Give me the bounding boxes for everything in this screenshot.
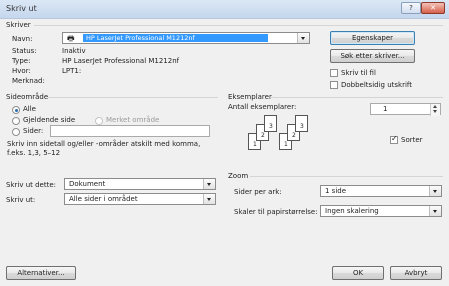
chevron-down-icon[interactable] <box>429 186 441 196</box>
printer-icon: 🖶 <box>67 34 75 43</box>
duplex-checkbox[interactable] <box>330 81 338 89</box>
range-current-radio[interactable] <box>12 117 20 125</box>
window-title: Skriv ut <box>6 4 37 13</box>
close-button[interactable]: ✕ <box>421 2 445 14</box>
range-hint: Skriv inn sidetall og/eller -områder ats… <box>7 140 201 157</box>
per-sheet-select[interactable]: 1 side <box>320 185 442 197</box>
copies-section-title: Eksemplarer <box>228 93 272 101</box>
chevron-down-icon[interactable] <box>297 33 309 43</box>
find-printer-button[interactable]: Søk etter skriver... <box>330 49 415 63</box>
range-all-radio[interactable] <box>12 106 20 114</box>
print-dialog: Skriv ut ? ✕ Skriver Navn: 🖶 HP LaserJet… <box>0 0 449 286</box>
range-pages-label: Sider: <box>23 127 44 135</box>
printer-name-value: HP LaserJet Professional M1212nf <box>86 34 195 42</box>
cancel-button[interactable]: Avbryt <box>390 266 442 280</box>
print-label: Skriv ut: <box>6 196 36 204</box>
status-value: Inaktiv <box>62 47 86 55</box>
help-button[interactable]: ? <box>401 2 421 14</box>
per-sheet-label: Sider per ark: <box>234 188 282 196</box>
scale-value: Ingen skalering <box>325 207 379 215</box>
range-selection-radio <box>95 117 103 125</box>
printer-name-highlight: HP LaserJet Professional M1212nf <box>83 34 268 42</box>
print-to-file-label: Skriv til fil <box>341 69 376 77</box>
printer-section-title: Skriver <box>6 21 31 29</box>
per-sheet-value: 1 side <box>325 187 347 195</box>
range-section-title: Sideområde <box>6 93 49 101</box>
chevron-down-icon[interactable] <box>203 179 215 189</box>
where-label: Hvor: <box>12 67 31 75</box>
properties-button[interactable]: Egenskaper <box>330 31 415 45</box>
zoom-section-title: Zoom <box>228 172 249 180</box>
where-value: LPT1: <box>62 67 82 75</box>
chevron-down-icon[interactable] <box>203 194 215 204</box>
copies-group-line <box>270 97 443 98</box>
copies-count-input[interactable]: 1 <box>370 103 441 116</box>
range-all-label: Alle <box>23 105 36 113</box>
range-selection-label: Merket område <box>106 116 160 124</box>
print-to-file-checkbox[interactable] <box>330 69 338 77</box>
scale-select[interactable]: Ingen skalering <box>320 205 442 217</box>
printer-name-label: Navn: <box>12 35 33 43</box>
page-icon: 3 <box>264 115 277 132</box>
status-label: Status: <box>12 47 37 55</box>
copies-spinner[interactable] <box>430 104 440 116</box>
print-what-label: Skriv ut dette: <box>6 181 56 189</box>
options-button[interactable]: Alternativer... <box>6 266 76 280</box>
collate-label: Sorter <box>401 136 423 144</box>
copies-count-value: 1 <box>383 105 388 113</box>
copies-count-label: Antall eksemplarer: <box>228 103 297 111</box>
range-group-line <box>48 97 218 98</box>
scale-label: Skaler til papirstørrelse: <box>234 208 318 216</box>
type-value: HP LaserJet Professional M1212nf <box>62 57 180 65</box>
page-icon: 3 <box>295 115 308 132</box>
zoom-group-line <box>250 176 443 177</box>
ok-button[interactable]: OK <box>332 266 384 280</box>
comment-label: Merknad: <box>12 77 45 85</box>
type-label: Type: <box>12 57 31 65</box>
chevron-down-icon[interactable] <box>429 206 441 216</box>
range-current-label: Gjeldende side <box>23 116 76 124</box>
title-bar: Skriv ut ? ✕ <box>0 0 449 19</box>
print-what-select[interactable]: Dokument <box>64 178 216 190</box>
range-pages-radio[interactable] <box>12 128 20 136</box>
print-value: Alle sider i området <box>69 195 138 203</box>
printer-group-line <box>34 25 443 26</box>
duplex-label: Dobbeltsidig utskrift <box>341 81 412 89</box>
collate-checkbox[interactable] <box>390 134 398 144</box>
printer-name-select[interactable]: 🖶 HP LaserJet Professional M1212nf <box>62 32 310 44</box>
print-select[interactable]: Alle sider i området <box>64 193 216 205</box>
pages-input[interactable] <box>50 125 210 137</box>
print-what-value: Dokument <box>69 180 106 188</box>
